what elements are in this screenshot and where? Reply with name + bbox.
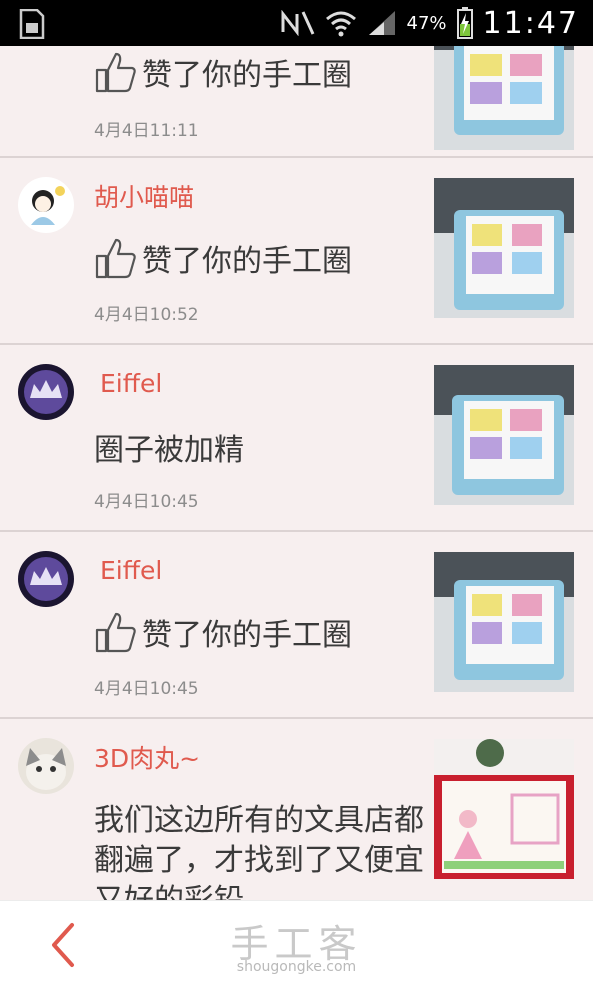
- avatar[interactable]: [18, 551, 74, 607]
- avatar[interactable]: [18, 738, 74, 794]
- battery-percent: 47%: [406, 12, 447, 34]
- list-item[interactable]: Eiffel 赞了你的手工圈 4月4日10:45: [0, 532, 593, 719]
- action-text: 赞了你的手工圈: [142, 244, 352, 279]
- battery-charging-icon: [456, 7, 473, 39]
- action-row: 赞了你的手工圈: [94, 236, 352, 280]
- action-text: 赞了你的手工圈: [142, 58, 352, 93]
- thumbs-up-icon: [95, 238, 136, 279]
- list-item[interactable]: Eiffel 圈子被加精 4月4日10:45: [0, 345, 593, 532]
- clock: 11:47: [482, 5, 579, 41]
- username[interactable]: 胡小喵喵: [94, 178, 194, 214]
- status-bar: 47% 11:47: [0, 0, 593, 46]
- action-text: 赞了你的手工圈: [142, 618, 352, 653]
- notification-feed[interactable]: 赞了你的手工圈 4月4日11:11 胡小喵喵 赞了你的手工圈 4月4日10:52…: [0, 46, 593, 900]
- list-item[interactable]: 赞了你的手工圈 4月4日11:11: [0, 46, 593, 158]
- post-thumbnail[interactable]: [434, 46, 574, 150]
- username[interactable]: Eiffel: [100, 556, 162, 585]
- post-thumbnail[interactable]: [434, 178, 574, 318]
- list-item[interactable]: 3D肉丸~ 我们这边所有的文具店都翻遍了，才找到了又便宜又好的彩铅: [0, 719, 593, 900]
- sim-card-icon: [19, 9, 45, 39]
- action-text: 圈子被加精: [94, 433, 244, 468]
- timestamp: 4月4日10:45: [94, 679, 199, 699]
- username[interactable]: 3D肉丸~: [94, 739, 200, 775]
- thumbs-up-icon: [95, 612, 136, 653]
- timestamp: 4月4日10:52: [94, 305, 199, 325]
- action-row: 赞了你的手工圈: [94, 50, 352, 94]
- signal-icon: [368, 11, 395, 35]
- brand-url: shougongke.com: [236, 959, 357, 975]
- comment-text: 我们这边所有的文具店都翻遍了，才找到了又便宜又好的彩铅: [94, 803, 424, 900]
- thumbs-up-icon: [95, 52, 136, 93]
- avatar[interactable]: [18, 364, 74, 420]
- post-thumbnail[interactable]: [434, 552, 574, 692]
- wifi-icon: [325, 11, 356, 37]
- no-notifications-icon: [281, 10, 314, 36]
- action-row: 赞了你的手工圈: [94, 610, 352, 654]
- list-item[interactable]: 胡小喵喵 赞了你的手工圈 4月4日10:52: [0, 158, 593, 345]
- post-thumbnail[interactable]: [434, 365, 574, 505]
- post-thumbnail[interactable]: [434, 739, 574, 879]
- action-row: 圈子被加精: [94, 425, 244, 469]
- timestamp: 4月4日10:45: [94, 492, 199, 512]
- avatar[interactable]: [18, 177, 74, 233]
- username[interactable]: Eiffel: [100, 369, 162, 398]
- bottom-bar: 手工客 shougongke.com: [0, 900, 593, 989]
- timestamp: 4月4日11:11: [94, 121, 199, 141]
